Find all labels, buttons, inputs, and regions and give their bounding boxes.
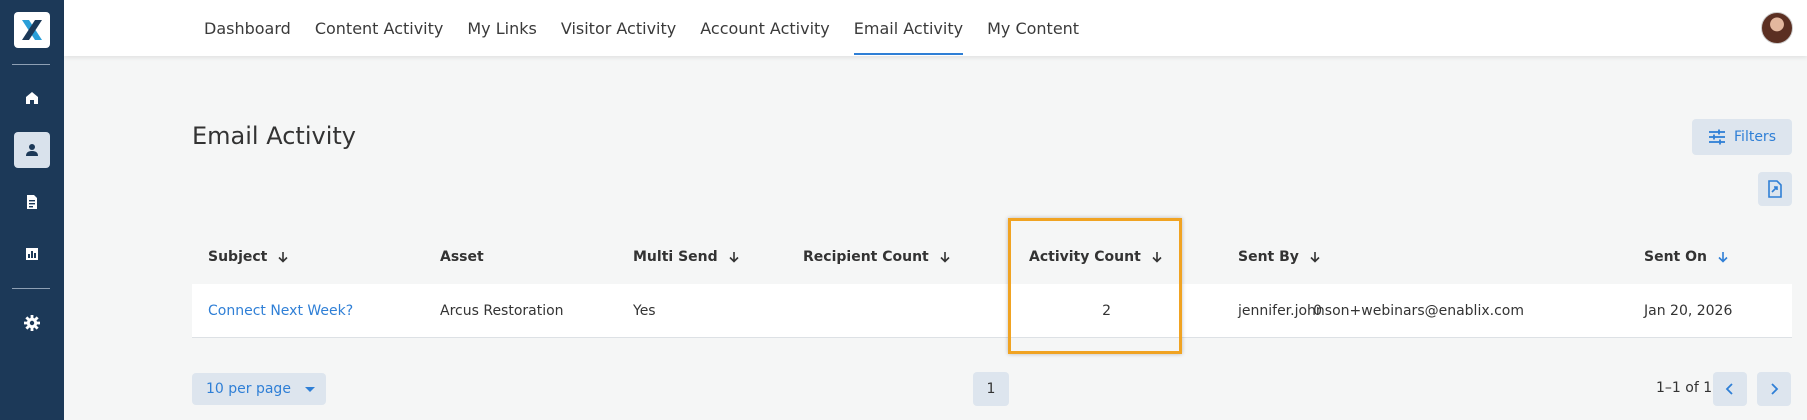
arrow-down-icon: [1718, 252, 1728, 263]
cell-multi-send: Yes: [633, 303, 656, 319]
next-page-button[interactable]: [1757, 372, 1791, 406]
arrow-down-icon: [1310, 252, 1320, 263]
column-header-sent-on[interactable]: Sent On: [1644, 230, 1729, 284]
column-header-asset: Asset: [440, 230, 484, 284]
tab-visitor-activity[interactable]: Visitor Activity: [549, 0, 688, 56]
user-avatar[interactable]: [1761, 12, 1793, 44]
arrow-down-icon: [278, 252, 288, 263]
filters-button[interactable]: Filters: [1692, 119, 1792, 155]
column-label: Asset: [440, 249, 484, 265]
app-logo[interactable]: [14, 12, 50, 48]
export-file-icon: [1768, 180, 1782, 198]
enablix-logo-icon: [22, 20, 42, 40]
tab-content-activity[interactable]: Content Activity: [303, 0, 456, 56]
home-icon: [26, 92, 38, 104]
sidebar-item-settings[interactable]: [14, 305, 50, 341]
sidebar-divider: [12, 64, 50, 65]
export-button[interactable]: [1758, 172, 1792, 206]
sidebar: [0, 0, 64, 420]
page-title: Email Activity: [192, 122, 356, 150]
tab-email-activity[interactable]: Email Activity: [842, 0, 975, 56]
column-label: Sent On: [1644, 249, 1707, 265]
caret-down-icon: [304, 386, 315, 392]
column-header-multi-send[interactable]: Multi Send: [633, 230, 740, 284]
arrow-down-icon: [940, 252, 950, 263]
arrow-down-icon: [729, 252, 739, 263]
sidebar-divider: [12, 288, 50, 289]
tab-my-content[interactable]: My Content: [975, 0, 1091, 56]
cell-sent-on: Jan 20, 2026: [1644, 303, 1733, 319]
sidebar-item-reports[interactable]: [14, 236, 50, 272]
arrow-down-icon: [1152, 252, 1162, 263]
tab-my-links[interactable]: My Links: [455, 0, 548, 56]
column-label: Recipient Count: [803, 249, 929, 265]
tab-account-activity[interactable]: Account Activity: [688, 0, 842, 56]
person-icon: [26, 144, 38, 156]
table-row: Connect Next Week? Arcus Restoration Yes…: [192, 284, 1792, 338]
column-label: Activity Count: [1029, 249, 1141, 265]
nav-tabs: Dashboard Content Activity My Links Visi…: [192, 0, 1091, 56]
sidebar-item-home[interactable]: [14, 80, 50, 116]
previous-page-button[interactable]: [1713, 372, 1747, 406]
table-header: Subject Asset Multi Send Recipient Count…: [192, 230, 1792, 284]
column-header-recipient-count[interactable]: Recipient Count: [803, 230, 951, 284]
column-label: Subject: [208, 249, 268, 265]
filters-label: Filters: [1734, 129, 1776, 145]
top-navigation: Dashboard Content Activity My Links Visi…: [64, 0, 1807, 56]
bar-chart-icon: [26, 248, 38, 260]
cell-sent-by: jennifer.johnson+webinars@enablix.com: [1238, 303, 1524, 319]
cell-subject-link[interactable]: Connect Next Week?: [208, 284, 353, 338]
per-page-select[interactable]: 10 per page: [192, 373, 326, 405]
column-label: Sent By: [1238, 249, 1299, 265]
sidebar-item-people[interactable]: [14, 132, 50, 168]
email-activity-table: Subject Asset Multi Send Recipient Count…: [192, 230, 1792, 338]
per-page-value: 10 per page: [206, 381, 291, 397]
page-number-button[interactable]: 1: [973, 372, 1009, 406]
column-header-sent-by[interactable]: Sent By: [1238, 230, 1321, 284]
gear-icon: [24, 315, 40, 331]
tab-dashboard[interactable]: Dashboard: [192, 0, 303, 56]
column-label: Multi Send: [633, 249, 718, 265]
cell-asset: Arcus Restoration: [440, 303, 564, 319]
sidebar-item-content[interactable]: [14, 184, 50, 220]
column-header-activity-count[interactable]: Activity Count: [1029, 230, 1163, 284]
tune-icon: [1709, 129, 1726, 145]
chevron-right-icon: [1771, 383, 1779, 395]
document-icon: [27, 195, 37, 209]
chevron-left-icon: [1725, 383, 1733, 395]
pagination-range: 1–1 of 1: [1656, 380, 1713, 396]
column-header-subject[interactable]: Subject: [208, 230, 289, 284]
